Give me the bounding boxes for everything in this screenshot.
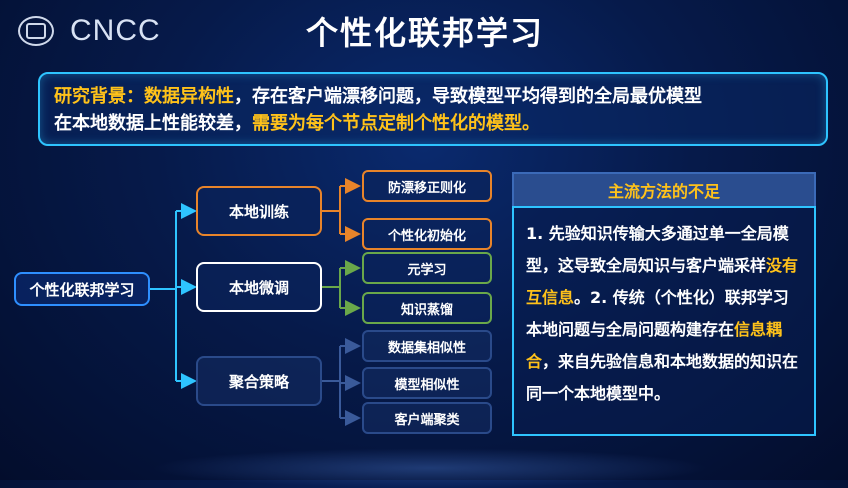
leaf-client-clustering: 客户端聚类 — [362, 402, 492, 434]
tree-root-node: 个性化联邦学习 — [14, 272, 150, 306]
leaf-personalized-init: 个性化初始化 — [362, 218, 492, 250]
branch-local-finetune: 本地微调 — [196, 262, 322, 312]
leaf-model-similarity: 模型相似性 — [362, 367, 492, 399]
stage-glow — [150, 448, 710, 488]
panel-text-3: ，来自先验信息和本地数据的知识在同一个本地模型中。 — [526, 352, 799, 403]
leaf-knowledge-distillation: 知识蒸馏 — [362, 292, 492, 324]
leaf-dataset-similarity: 数据集相似性 — [362, 330, 492, 362]
leaf-anti-drift-regularization: 防漂移正则化 — [362, 170, 492, 202]
leaf-meta-learning: 元学习 — [362, 252, 492, 284]
branch-local-training: 本地训练 — [196, 186, 322, 236]
panel-text-1: 1. 先验知识传输大多通过单一全局模型，这导致全局知识与客户端采样 — [526, 224, 789, 275]
branch-aggregation: 聚合策略 — [196, 356, 322, 406]
panel-title: 主流方法的不足 — [512, 172, 816, 208]
panel-body: 1. 先验知识传输大多通过单一全局模型，这导致全局知识与客户端采样没有互信息。2… — [512, 206, 816, 436]
